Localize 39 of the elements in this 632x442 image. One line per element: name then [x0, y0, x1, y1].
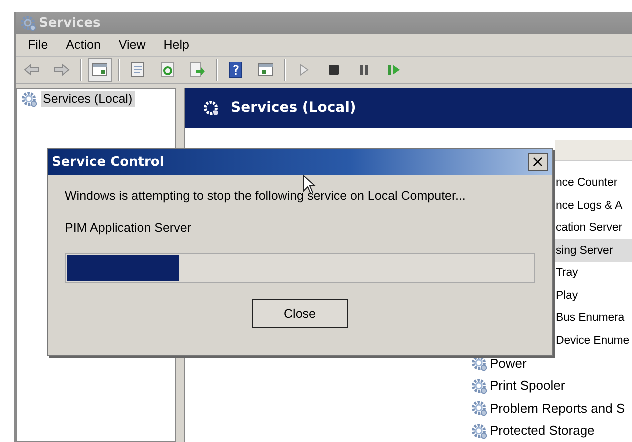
- gear-icon: [203, 100, 219, 116]
- export-icon[interactable]: [190, 62, 206, 78]
- pane-title: Services (Local): [231, 100, 356, 116]
- service-name[interactable]: Protected Storage: [490, 423, 595, 438]
- window-icon[interactable]: [258, 62, 274, 78]
- service-name[interactable]: Print Spooler: [490, 378, 566, 394]
- menu-item[interactable]: File: [28, 38, 48, 52]
- menu-item[interactable]: Help: [164, 38, 190, 52]
- help-icon[interactable]: [228, 62, 244, 78]
- back-arrow-icon[interactable]: [24, 62, 40, 78]
- service-name[interactable]: sing Server: [556, 244, 614, 257]
- gear-icon: [471, 422, 487, 439]
- service-name[interactable]: Power: [490, 356, 527, 371]
- service-name[interactable]: Tray: [556, 267, 578, 280]
- gear-icon: [471, 400, 487, 416]
- pane-icon[interactable]: [92, 62, 108, 78]
- service-name[interactable]: Device Enume: [556, 334, 630, 347]
- refresh-icon[interactable]: [160, 62, 176, 78]
- dialog-title: Service Control: [52, 154, 164, 170]
- service-name: PIM Application Server: [65, 221, 192, 235]
- gear-icon: [471, 378, 487, 394]
- service-name[interactable]: Play: [556, 290, 578, 302]
- tree-item[interactable]: Services (Local): [41, 90, 135, 107]
- gear-icon: [21, 90, 37, 107]
- service-name[interactable]: nce Counter: [556, 177, 618, 190]
- close-button[interactable]: Close: [252, 299, 348, 328]
- menu-item[interactable]: Action: [66, 38, 101, 52]
- service-name[interactable]: Bus Enumera: [556, 312, 625, 324]
- service-name[interactable]: Problem Reports and S: [490, 400, 626, 416]
- document-icon[interactable]: [130, 62, 146, 78]
- gear-icon: [471, 355, 487, 372]
- forward-arrow-icon[interactable]: [54, 62, 70, 78]
- window-title: Services: [39, 16, 101, 31]
- gear-icon: [20, 15, 36, 32]
- dialog-message: Windows is attempting to stop the following service on Local Computer...: [65, 189, 467, 203]
- menu-item[interactable]: View: [118, 38, 146, 52]
- service-name[interactable]: cation Server: [556, 222, 622, 234]
- service-name[interactable]: nce Logs & A: [556, 200, 623, 212]
- close-button[interactable]: ×: [528, 153, 548, 171]
